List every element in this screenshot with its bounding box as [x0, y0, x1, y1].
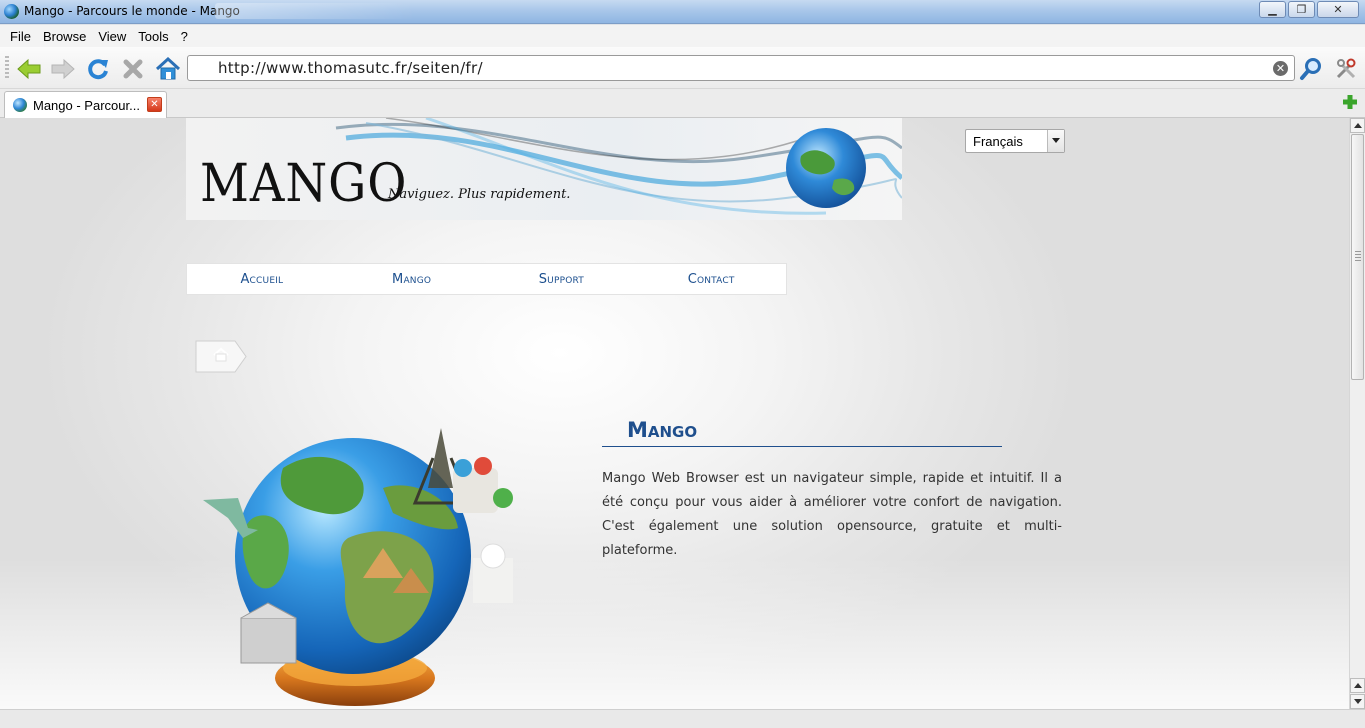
navigation-toolbar: ✕ [0, 47, 1365, 89]
window-titlebar: Mango - Parcours le monde - Mango ▁ ❐ ✕ [0, 0, 1365, 24]
menu-tools[interactable]: Tools [132, 29, 174, 44]
back-button[interactable] [15, 55, 43, 83]
nav-contact[interactable]: Contact [636, 264, 786, 294]
vertical-scrollbar[interactable] [1349, 118, 1365, 709]
home-breadcrumb-icon [195, 340, 247, 373]
language-selected: Français [973, 134, 1023, 149]
globe-illustration [203, 428, 513, 706]
settings-button[interactable] [1332, 55, 1360, 83]
reload-button[interactable] [84, 55, 112, 83]
tab-title: Mango - Parcour... [33, 98, 140, 113]
home-button[interactable] [154, 55, 182, 83]
menu-view[interactable]: View [92, 29, 132, 44]
scroll-down-button[interactable] [1350, 694, 1365, 709]
menu-file[interactable]: File [4, 29, 37, 44]
stop-button[interactable] [119, 55, 147, 83]
content-section: Mango Mango Web Browser est un navigateu… [602, 418, 1062, 563]
nav-support[interactable]: Support [487, 264, 637, 294]
site-tagline: Naviguez. Plus rapidement. [388, 187, 571, 202]
tab-mango[interactable]: Mango - Parcour... ✕ [4, 91, 167, 118]
titlebar-reflection [215, 3, 415, 19]
chevron-down-icon[interactable] [1047, 130, 1064, 152]
forward-icon [51, 58, 75, 80]
window-controls: ▁ ❐ ✕ [1257, 1, 1359, 18]
section-heading: Mango [602, 418, 1002, 447]
section-description: Mango Web Browser est un navigateur simp… [602, 471, 1062, 558]
tools-icon [1336, 58, 1356, 79]
mango-globe-icon [4, 4, 19, 19]
scroll-thumb[interactable] [1351, 134, 1364, 380]
mango-favicon-icon [13, 98, 27, 112]
back-icon [17, 58, 41, 80]
menu-browse[interactable]: Browse [37, 29, 92, 44]
menu-bar: File Browse View Tools ? [0, 25, 1365, 47]
reload-icon [88, 59, 108, 80]
status-bar [0, 709, 1365, 728]
menu-help[interactable]: ? [175, 29, 194, 44]
clear-url-icon[interactable]: ✕ [1273, 61, 1288, 76]
toolbar-grip[interactable] [5, 56, 9, 80]
language-select[interactable]: Français [965, 129, 1065, 153]
home-icon [155, 57, 181, 80]
plus-icon [1343, 95, 1357, 109]
breadcrumb-home[interactable] [195, 340, 247, 373]
new-tab-button[interactable] [1341, 93, 1359, 111]
forward-button[interactable] [49, 55, 77, 83]
search-icon [1300, 58, 1321, 80]
nav-accueil[interactable]: Accueil [187, 264, 337, 294]
tab-bar: Mango - Parcour... ✕ [0, 89, 1365, 118]
site-logo[interactable]: MANGO [200, 154, 407, 214]
close-tab-icon[interactable]: ✕ [147, 97, 162, 112]
url-input[interactable] [218, 59, 1258, 77]
site-nav: Accueil Mango Support Contact [186, 263, 787, 295]
maximize-button[interactable]: ❐ [1288, 1, 1315, 18]
minimize-button[interactable]: ▁ [1259, 1, 1286, 18]
window-title: Mango - Parcours le monde - Mango [24, 4, 240, 18]
close-window-button[interactable]: ✕ [1317, 1, 1359, 18]
scroll-up-button[interactable] [1350, 118, 1365, 133]
search-button[interactable] [1297, 55, 1325, 83]
stop-icon [123, 59, 143, 79]
nav-mango[interactable]: Mango [337, 264, 487, 294]
site-banner: MANGO Naviguez. Plus rapidement. [186, 118, 902, 220]
address-bar[interactable]: ✕ [187, 55, 1295, 81]
scroll-grip [1355, 251, 1361, 263]
scroll-up-bottom-button[interactable] [1350, 678, 1365, 693]
page-viewport: MANGO Naviguez. Plus rapidement. Françai… [0, 118, 1349, 709]
